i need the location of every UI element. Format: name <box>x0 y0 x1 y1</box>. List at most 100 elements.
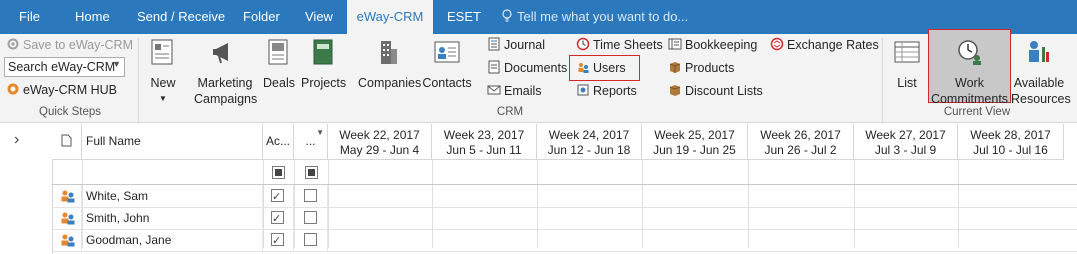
list-label: List <box>897 76 917 90</box>
contacts-label: Contacts <box>422 76 472 90</box>
header-other[interactable]: ... ▼ <box>294 124 328 160</box>
box-icon <box>669 62 681 73</box>
hub-icon <box>7 83 19 95</box>
tab-folder[interactable]: Folder <box>243 0 280 34</box>
week-number-label: Week 22, 2017 <box>339 128 420 142</box>
other-checkbox[interactable] <box>304 211 317 224</box>
resources-chart-icon <box>1029 41 1049 62</box>
users-highlight-box <box>569 55 640 81</box>
user-icon <box>61 190 75 203</box>
bookkeeping-button[interactable]: Bookkeeping <box>668 35 757 55</box>
deals-label: Deals <box>263 76 295 90</box>
week-header[interactable]: Week 25, 2017 Jun 19 - Jun 25 <box>642 124 748 160</box>
projects-label: Projects <box>301 76 347 90</box>
eway-hub-button[interactable]: eWay-CRM HUB <box>6 80 117 100</box>
exchange-rates-label: Exchange Rates <box>787 38 879 52</box>
active-checkbox[interactable] <box>271 208 284 230</box>
tell-me-search[interactable]: Tell me what you want to do... <box>502 0 688 34</box>
new-contact-card-icon <box>151 39 173 65</box>
time-sheets-button[interactable]: Time Sheets <box>576 35 663 55</box>
expand-chevron-icon[interactable]: › <box>14 131 19 149</box>
save-gear-icon <box>7 38 19 50</box>
new-button[interactable]: New ▼ <box>146 37 180 107</box>
lightbulb-icon <box>502 9 512 22</box>
companies-label: Companies <box>358 76 422 90</box>
week-number-label: Week 25, 2017 <box>654 128 735 142</box>
week-header[interactable]: Week 22, 2017 May 29 - Jun 4 <box>328 124 432 160</box>
exchange-icon <box>770 37 784 51</box>
bookkeeping-label: Bookkeeping <box>685 38 758 52</box>
week-range-label: Jun 26 - Jul 2 <box>764 143 837 157</box>
journal-button[interactable]: Journal <box>487 35 545 55</box>
header-icon-column[interactable] <box>52 124 82 160</box>
tab-file[interactable]: File <box>19 0 40 34</box>
active-cell <box>263 207 294 230</box>
time-sheets-label: Time Sheets <box>593 38 663 52</box>
list-view-button[interactable]: List <box>890 37 924 91</box>
deals-button[interactable]: Deals <box>262 37 296 91</box>
tab-eway-crm[interactable]: eWay-CRM <box>347 0 433 35</box>
user-icon <box>61 234 75 247</box>
marketing-label-2: Campaigns <box>194 92 258 106</box>
marketing-campaigns-button[interactable]: Marketing Campaigns <box>194 37 258 107</box>
week-header[interactable]: Week 26, 2017 Jun 26 - Jul 2 <box>748 124 854 160</box>
clock-icon <box>576 37 590 51</box>
tab-send-receive[interactable]: Send / Receive <box>137 0 225 34</box>
week-number-label: Week 26, 2017 <box>760 128 841 142</box>
week-range-label: Jun 12 - Jun 18 <box>547 143 631 157</box>
work-commitments-content: Work Commitments <box>928 37 1011 107</box>
table-row[interactable]: White, Sam <box>52 185 1077 208</box>
work-label-2: Commitments <box>930 92 1009 106</box>
companies-button[interactable]: Companies <box>358 37 422 91</box>
emails-button[interactable]: Emails <box>487 81 542 101</box>
header-active[interactable]: Ac... <box>263 124 294 160</box>
week-range-label: Jun 19 - Jun 25 <box>653 143 736 157</box>
navigation-pane-collapsed <box>0 124 53 254</box>
projects-button[interactable]: Projects <box>301 37 347 91</box>
week-header[interactable]: Week 23, 2017 Jun 5 - Jun 11 <box>432 124 537 160</box>
week-header[interactable]: Week 27, 2017 Jul 3 - Jul 9 <box>854 124 958 160</box>
quick-steps-group-label: Quick Steps <box>39 106 101 118</box>
row-icon-cell <box>52 185 82 207</box>
chevron-down-icon: ▼ <box>159 94 167 103</box>
documents-button[interactable]: Documents <box>487 58 567 78</box>
active-filter-checkbox[interactable] <box>272 166 285 179</box>
row-icon-cell <box>52 229 82 251</box>
products-button[interactable]: Products <box>668 58 734 78</box>
discount-lists-label: Discount Lists <box>685 84 763 98</box>
other-checkbox[interactable] <box>304 189 317 202</box>
other-cell <box>294 207 328 229</box>
header-full-name[interactable]: Full Name <box>82 124 263 160</box>
save-to-eway-button[interactable]: Save to eWay-CRM <box>6 35 133 55</box>
envelope-icon <box>487 85 501 95</box>
deals-document-icon <box>268 39 288 65</box>
crm-group-label: CRM <box>496 106 524 118</box>
building-icon <box>381 41 397 64</box>
other-checkbox[interactable] <box>304 233 317 246</box>
megaphone-icon <box>213 43 228 64</box>
available-resources-button[interactable]: Available Resources <box>1011 37 1071 107</box>
active-checkbox[interactable] <box>271 230 284 252</box>
active-checkbox[interactable] <box>271 186 284 208</box>
journal-icon <box>488 37 500 51</box>
table-row[interactable]: Goodman, Jane <box>52 229 1077 252</box>
discount-lists-button[interactable]: Discount Lists <box>668 81 763 101</box>
tab-home[interactable]: Home <box>75 0 110 34</box>
tab-eset[interactable]: ESET <box>447 0 481 34</box>
reports-button[interactable]: Reports <box>576 81 637 101</box>
week-header[interactable]: Week 28, 2017 Jul 10 - Jul 16 <box>958 124 1064 160</box>
reports-label: Reports <box>593 84 637 98</box>
other-filter-checkbox[interactable] <box>305 166 318 179</box>
tab-view[interactable]: View <box>305 0 333 34</box>
search-eway-dropdown[interactable]: Search eWay-CRM ▼ <box>4 57 125 77</box>
table-row[interactable]: Smith, John <box>52 207 1077 230</box>
journal-label: Journal <box>504 38 545 52</box>
week-number-label: Week 27, 2017 <box>865 128 946 142</box>
week-number-label: Week 28, 2017 <box>970 128 1051 142</box>
eway-hub-label: eWay-CRM HUB <box>23 83 117 97</box>
week-header[interactable]: Week 24, 2017 Jun 12 - Jun 18 <box>537 124 642 160</box>
contact-card-icon <box>434 41 460 63</box>
exchange-rates-button[interactable]: Exchange Rates <box>770 35 879 55</box>
contacts-button[interactable]: Contacts <box>422 37 472 91</box>
emails-label: Emails <box>504 84 542 98</box>
